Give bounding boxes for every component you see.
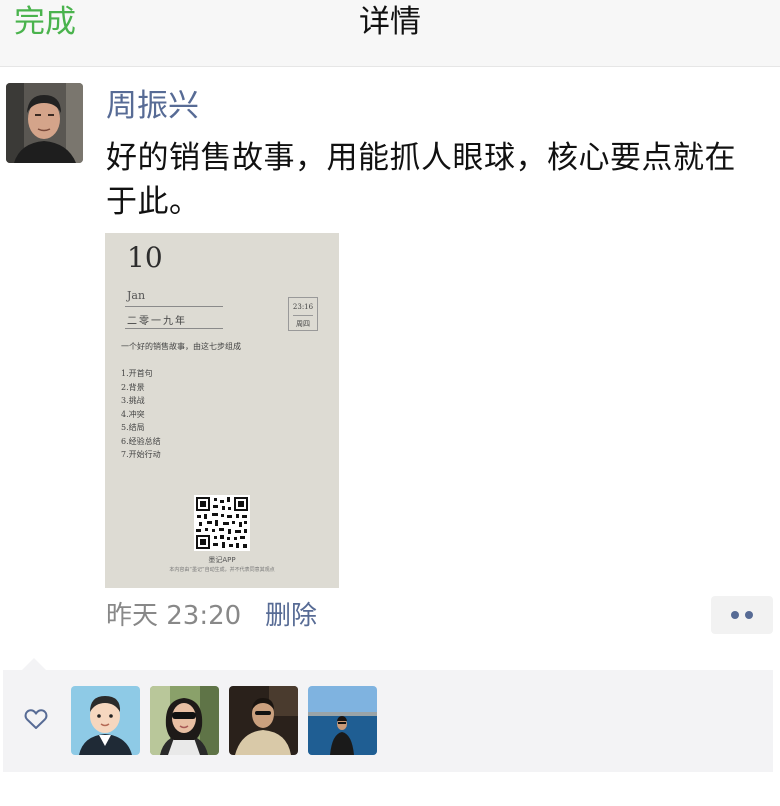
author-avatar[interactable]	[6, 83, 83, 163]
liker-avatar-man-dark[interactable]	[229, 686, 298, 755]
image-step: 7.开始行动	[121, 450, 161, 459]
image-subtitle: 一个好的销售故事，由这七步组成	[121, 342, 241, 351]
image-month: Jan	[127, 289, 146, 302]
liker-avatar-man-lake[interactable]	[308, 686, 377, 755]
image-time-box: 23:16 周四	[288, 297, 318, 331]
image-divider	[125, 328, 223, 329]
image-footer: 本内容由“墨记”自动生成，并不代表同意其观点	[169, 567, 275, 573]
image-divider	[125, 306, 223, 307]
image-year: 二零一九年	[127, 316, 187, 327]
qr-code-icon	[194, 495, 250, 551]
dot-icon	[731, 611, 739, 619]
image-step: 3.挑战	[121, 396, 145, 405]
post-text: 好的销售故事，用能抓人眼球，核心要点就在于此。	[106, 140, 736, 220]
liker-avatar-woman[interactable]	[150, 686, 219, 755]
post-time: 昨天 23:20	[106, 601, 242, 631]
author-name[interactable]: 周振兴	[106, 86, 199, 126]
image-step: 4.冲突	[121, 409, 145, 419]
image-weekday: 周四	[296, 320, 310, 328]
likes-pointer	[22, 658, 46, 670]
page-title: 详情	[359, 4, 421, 40]
liker-avatar-cartoon[interactable]	[71, 686, 140, 755]
dot-icon	[745, 611, 753, 619]
post-image[interactable]: 10 Jan 二零一九年 23:16 周四 一个好的销售故事，由这七步组成 1.…	[105, 233, 339, 588]
image-step: 1.开首句	[121, 369, 153, 378]
image-app-name: 墨记APP	[208, 556, 236, 564]
more-options-button[interactable]	[711, 596, 773, 634]
delete-button[interactable]: 删除	[265, 598, 317, 634]
image-step: 6.经验总结	[121, 436, 161, 446]
image-day: 10	[127, 241, 163, 274]
image-divider	[293, 315, 313, 316]
heart-icon	[24, 709, 48, 729]
image-step-list: 1.开首句 2.背景 3.挑战 4.冲突 5.结局 6.经验总结 7.开始行动	[121, 367, 161, 462]
image-step: 5.结局	[121, 423, 145, 432]
image-step: 2.背景	[121, 382, 145, 392]
image-time: 23:16	[292, 303, 314, 311]
nav-bar: 完成 详情	[0, 0, 780, 67]
